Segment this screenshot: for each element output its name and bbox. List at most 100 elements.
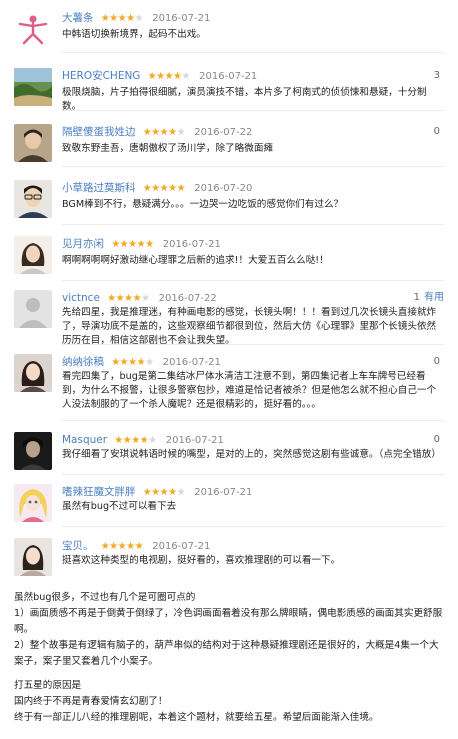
default-avatar-icon — [14, 290, 52, 328]
username-link[interactable]: 宝贝。 — [62, 540, 94, 552]
star-icon: ★ — [176, 183, 186, 194]
username-link[interactable]: 嗜辣狂魔文胖胖 — [62, 486, 136, 498]
star-icon: ★ — [119, 239, 129, 250]
pink-dancer-avatar-icon — [14, 10, 52, 48]
review-text: 先给四星，我是推理迷，有种画电影的感觉，长镜头啊！！！看到过几次长镜头直接就炸了… — [62, 307, 437, 346]
star-icon: ★ — [176, 127, 186, 138]
rating-stars: ★★★★★ — [107, 293, 150, 304]
rating-stars: ★★★★★ — [142, 183, 186, 194]
avatar[interactable] — [14, 290, 52, 328]
username-link[interactable]: 纳纳徐稿 — [62, 356, 104, 368]
star-icon: ★ — [140, 293, 150, 304]
star-icon: ★ — [142, 127, 152, 138]
summary-line: 2）整个故事是有逻辑有脑子的，葫芦串似的结构对于这种悬疑推理剧还是很好的，大概是… — [14, 640, 439, 667]
star-icon: ★ — [159, 183, 169, 194]
star-icon: ★ — [181, 71, 191, 82]
star-icon: ★ — [168, 183, 177, 194]
summary-line: 1）画面质感不再是于倒黄于倒绿了，冷色调画面看着没有那么牌眼睛，偶电影质感的画面… — [14, 608, 443, 635]
useful-count[interactable]: 0 — [434, 354, 444, 370]
portrait-avatar-icon — [14, 124, 52, 162]
avatar[interactable] — [14, 354, 52, 392]
star-icon: ★ — [126, 13, 135, 24]
avatar[interactable] — [14, 10, 52, 48]
star-icon: ★ — [100, 541, 110, 552]
review-date: 2016-07-22 — [158, 293, 217, 304]
star-icon: ★ — [124, 293, 133, 304]
summary-line: 国内终于不再是青春爱情玄幻剧了！ — [14, 696, 168, 707]
star-icon: ★ — [156, 71, 165, 82]
review-date: 2016-07-20 — [194, 183, 253, 194]
star-icon: ★ — [128, 357, 137, 368]
rating-stars: ★★★★★ — [142, 127, 186, 138]
star-icon: ★ — [142, 183, 152, 194]
rating-stars: ★★★★★ — [100, 541, 144, 552]
review-text: 看完四集了，bug是第二集结冰尸体水清洁工注意不到，第四集记者上车车牌号已经看到… — [62, 371, 437, 410]
avatar[interactable] — [14, 484, 52, 522]
star-icon: ★ — [139, 435, 149, 446]
star-icon: ★ — [122, 435, 132, 446]
avatar[interactable] — [14, 124, 52, 162]
rating-stars: ★★★★★ — [142, 487, 186, 498]
star-icon: ★ — [168, 487, 177, 498]
star-icon: ★ — [147, 71, 157, 82]
summary-line: 终于有一部正儿八经的推理剧呢，本着这个题材，就要给五星。希望后面能渐入佳境。 — [14, 712, 379, 723]
username-link[interactable]: HERO安CHENG — [62, 70, 140, 82]
rating-stars: ★★★★★ — [114, 435, 157, 446]
username-link[interactable]: 见月亦闲 — [62, 238, 104, 250]
star-icon: ★ — [131, 435, 140, 446]
star-icon: ★ — [132, 293, 142, 304]
dark-avatar-icon — [14, 432, 52, 470]
anime-avatar-icon — [14, 484, 52, 522]
review-date: 2016-07-21 — [162, 239, 221, 250]
rating-stars: ★★★★★ — [111, 357, 154, 368]
review-text: 致敬东野圭吾，唐朝傲权了汤川学，除了略微面瘫 — [62, 143, 274, 154]
star-icon: ★ — [114, 435, 123, 446]
summary-block: 虽然bug很多，不过也有几个是可圈可点的 1）画面质感不再是于倒黄于倒绿了，冷色… — [14, 590, 444, 726]
review-date: 2016-07-21 — [165, 435, 224, 446]
girl-avatar-icon — [14, 354, 52, 392]
useful-count[interactable]: 1 有用 — [414, 290, 444, 306]
star-icon: ★ — [151, 487, 160, 498]
star-icon: ★ — [134, 13, 144, 24]
star-icon: ★ — [119, 357, 129, 368]
review-date: 2016-07-21 — [152, 13, 211, 24]
divider — [62, 474, 444, 475]
review-text: 虽然有bug不过可以看下去 — [62, 501, 177, 512]
star-icon: ★ — [109, 541, 118, 552]
star-icon: ★ — [117, 13, 127, 24]
divider — [62, 526, 444, 527]
scenery-avatar-icon — [14, 68, 52, 106]
username-link[interactable]: 隔壁傻蛋我姓边 — [62, 126, 136, 138]
avatar[interactable] — [14, 236, 52, 274]
star-icon: ★ — [173, 71, 182, 82]
star-icon: ★ — [111, 239, 120, 250]
woman-avatar-icon — [14, 236, 52, 274]
star-icon: ★ — [151, 183, 160, 194]
review-date: 2016-07-21 — [194, 487, 253, 498]
username-link[interactable]: Masquer — [62, 434, 107, 446]
username-link[interactable]: 大薯条 — [62, 12, 94, 24]
divider — [62, 420, 444, 421]
star-icon: ★ — [136, 357, 146, 368]
star-icon: ★ — [159, 487, 169, 498]
photo-avatar-icon — [14, 538, 52, 576]
review-text: 挺喜欢这种类型的电视剧，挺好看的，喜欢推理剧的可以看一下。 — [62, 555, 341, 566]
rating-stars: ★★★★★ — [111, 239, 154, 250]
star-icon: ★ — [159, 127, 169, 138]
avatar[interactable] — [14, 538, 52, 576]
username-link[interactable]: 小草路过莫斯科 — [62, 182, 136, 194]
review-date: 2016-07-21 — [162, 357, 221, 368]
summary-line: 打五星的原因是 — [14, 680, 82, 691]
divider — [62, 110, 444, 111]
avatar[interactable] — [14, 432, 52, 470]
star-icon: ★ — [117, 541, 127, 552]
useful-count[interactable]: 3 — [434, 68, 444, 84]
star-icon: ★ — [142, 487, 152, 498]
useful-count[interactable]: 0 — [434, 432, 444, 448]
username-link[interactable]: victnce — [62, 292, 100, 304]
avatar[interactable] — [14, 180, 52, 218]
star-icon: ★ — [148, 435, 157, 446]
useful-count[interactable]: 0 — [434, 124, 444, 140]
review-text: 我仔细看了安琪说韩语时候的嘴型，是对的上的，突然感觉这剧有些诚意。（点完全错放） — [62, 449, 441, 460]
avatar[interactable] — [14, 68, 52, 106]
